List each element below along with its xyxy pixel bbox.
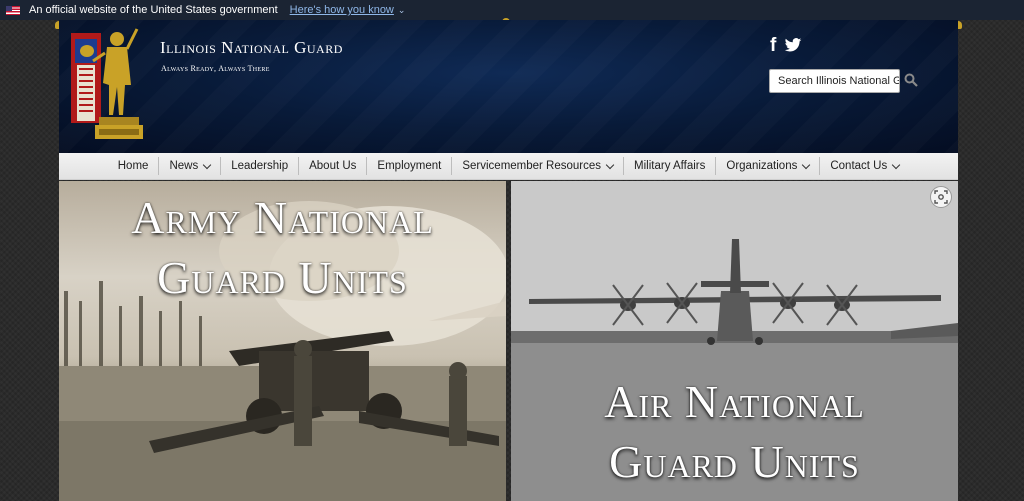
nav-item-label: News (169, 160, 199, 172)
air-panel-title-line2: Guard Units (609, 436, 860, 487)
nav-item-organizations[interactable]: Organizations (716, 157, 821, 175)
nav-item-label: Servicemember Resources (462, 160, 602, 172)
facebook-icon[interactable]: f (770, 36, 776, 55)
nav-item-label: Leadership (231, 160, 289, 172)
nav-item-contact-us[interactable]: Contact Us (820, 157, 909, 175)
gov-banner-text: An official website of the United States… (29, 4, 278, 16)
us-flag-icon (6, 5, 20, 15)
main-nav: Home News Leadership About Us Employment… (59, 153, 958, 180)
army-units-panel[interactable]: Army National Guard Units (59, 181, 506, 501)
chevron-down-icon (202, 160, 212, 169)
site-tagline: Always Ready, Always There (161, 64, 270, 73)
chevron-down-icon (892, 160, 901, 169)
social-links: f (770, 36, 802, 55)
chevron-down-icon[interactable]: ⌄ (398, 5, 406, 16)
chevron-down-icon (605, 160, 615, 169)
army-panel-title-line2: Guard Units (157, 252, 408, 303)
site-header: Illinois National Guard Always Ready, Al… (59, 20, 958, 153)
nav-item-employment[interactable]: Employment (367, 157, 453, 175)
page-container: Illinois National Guard Always Ready, Al… (55, 18, 962, 501)
nav-item-home[interactable]: Home (108, 157, 160, 175)
illinois-guard-seal-logo[interactable] (69, 25, 143, 145)
nav-item-label: Contact Us (830, 160, 888, 172)
air-panel-title-line1: Air National (604, 376, 865, 427)
nav-item-about-us[interactable]: About Us (299, 157, 368, 175)
nav-item-label: Employment (377, 160, 442, 172)
nav-item-label: Military Affairs (634, 160, 706, 172)
nav-item-label: Organizations (726, 160, 798, 172)
search-icon[interactable] (904, 73, 918, 87)
air-units-panel[interactable]: Air National Guard Units (511, 181, 958, 501)
nav-item-servicemember-resources[interactable]: Servicemember Resources (452, 157, 625, 175)
heres-how-you-know-link[interactable]: Here's how you know (290, 4, 394, 16)
army-panel-title-line1: Army National (131, 192, 434, 243)
twitter-icon[interactable] (784, 38, 802, 53)
nav-item-label: Home (117, 160, 149, 172)
nav-item-military-affairs[interactable]: Military Affairs (624, 157, 717, 175)
nav-item-label: About Us (309, 160, 357, 172)
expand-image-icon[interactable] (930, 186, 952, 208)
nav-item-news[interactable]: News (159, 157, 222, 175)
site-title[interactable]: Illinois National Guard (160, 38, 343, 58)
chevron-down-icon (802, 160, 811, 169)
gov-banner: An official website of the United States… (0, 0, 1024, 20)
search-input[interactable]: Search Illinois National G (769, 69, 900, 93)
nav-item-leadership[interactable]: Leadership (221, 157, 300, 175)
